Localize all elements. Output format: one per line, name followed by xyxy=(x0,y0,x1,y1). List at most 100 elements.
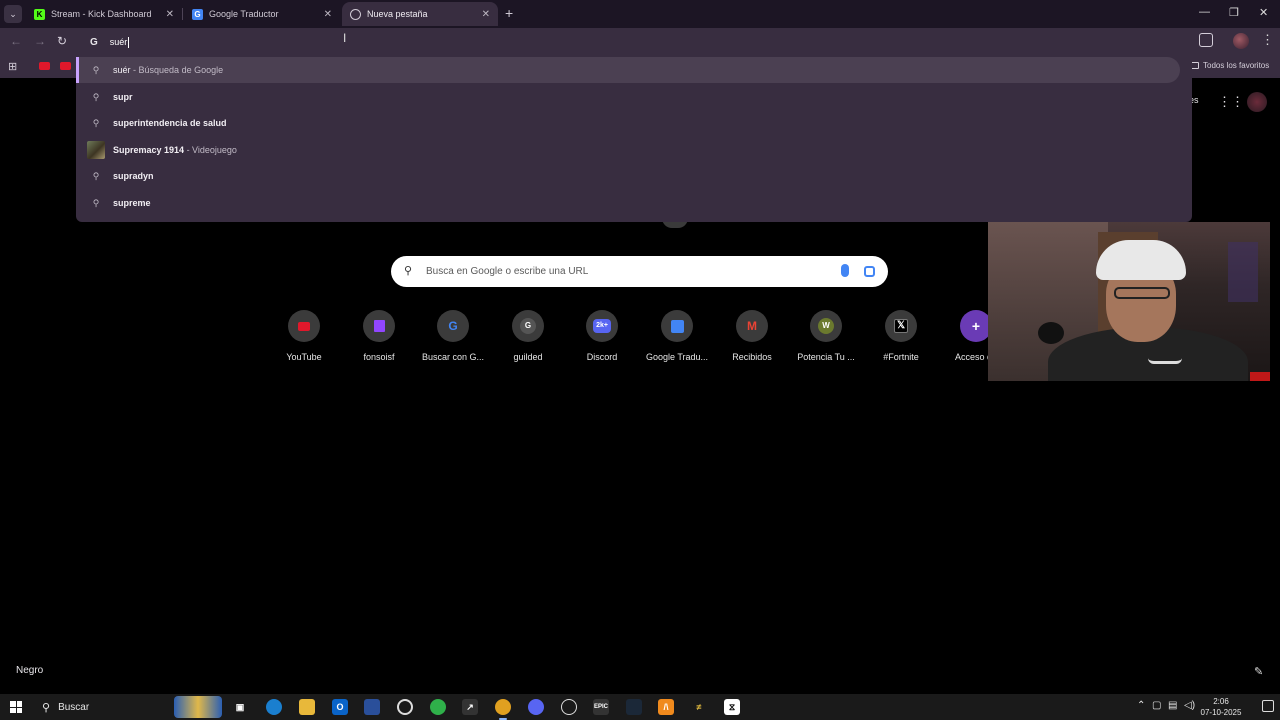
shortcut-gmail[interactable]: M Recibidos xyxy=(712,310,792,362)
taskbar: ⚲ Buscar ▣ O ↗ EPIC /\ ≠ ⧖ ⌃ ▢ ▤ ◁) 2:06… xyxy=(0,694,1280,720)
avatar[interactable] xyxy=(1247,92,1267,112)
browser-window: ⌄ K Stream - Kick Dashboard ✕ G Google T… xyxy=(0,0,1280,720)
new-tab-button[interactable]: + xyxy=(505,5,513,21)
suggestion-item[interactable]: ⚲ superintendencia de salud xyxy=(76,110,1180,136)
all-bookmarks[interactable]: Todos los favoritos xyxy=(1190,61,1269,70)
app-icon[interactable]: ≠ xyxy=(691,699,707,715)
avatar[interactable] xyxy=(1233,33,1249,49)
webcam-overlay xyxy=(988,222,1270,381)
customize-pen-icon[interactable]: ✎ xyxy=(1254,665,1263,678)
search-icon: ⚲ xyxy=(92,197,100,208)
search-icon: ⚲ xyxy=(92,117,100,128)
forward-icon[interactable]: → xyxy=(34,34,46,48)
suggestion-text: Supremacy 1914 xyxy=(113,145,185,155)
theme-label[interactable]: Negro xyxy=(16,665,43,676)
close-icon[interactable]: ✕ xyxy=(166,9,174,20)
suggestion-text: supr xyxy=(113,92,133,102)
spotify-icon[interactable] xyxy=(430,699,446,715)
game-thumbnail xyxy=(87,141,105,159)
app-icon[interactable]: /\ xyxy=(658,699,674,715)
tab-kick[interactable]: K Stream - Kick Dashboard ✕ xyxy=(26,2,182,26)
shortcut-label: YouTube xyxy=(286,352,322,362)
chrome-icon xyxy=(350,8,361,20)
search-icon: ⚲ xyxy=(92,170,100,181)
search-icon: ⚲ xyxy=(92,64,100,75)
all-bookmarks-label: Todos los favoritos xyxy=(1203,61,1270,70)
windows-start-icon[interactable] xyxy=(10,701,22,713)
ntp-search-box[interactable]: ⚲ Busca en Google o escribe una URL xyxy=(391,256,888,287)
notifications-icon[interactable] xyxy=(1262,700,1274,712)
chevron-down-icon: ⌄ xyxy=(9,8,17,19)
suggestion-item[interactable]: ⚲ supreme xyxy=(76,190,1180,216)
chevron-up-icon[interactable]: ⌃ xyxy=(1137,700,1145,711)
tab-new-tab[interactable]: Nueva pestaña ✕ xyxy=(342,2,498,26)
suggestion-item[interactable]: Supremacy 1914 - Videojuego xyxy=(76,137,1180,163)
shortcut-guilded[interactable]: G guilded xyxy=(488,310,568,362)
restore-icon[interactable]: ❐ xyxy=(1229,6,1239,19)
shortcut-translate[interactable]: Google Tradu... xyxy=(637,310,717,362)
shortcut-discord[interactable]: 2k+ Discord xyxy=(562,310,642,362)
shortcut-label: Potencia Tu ... xyxy=(797,352,855,362)
close-window-icon[interactable]: ✕ xyxy=(1259,6,1268,19)
shortcut-label: Buscar con G... xyxy=(421,352,485,362)
close-icon[interactable]: ✕ xyxy=(324,9,332,20)
shortcut-youtube[interactable]: YouTube xyxy=(264,310,344,362)
minimize-icon[interactable]: — xyxy=(1199,6,1210,18)
suggestion-item[interactable]: ⚲ supr xyxy=(76,84,1180,110)
taskbar-search-label: Buscar xyxy=(58,701,90,713)
epic-games-icon[interactable]: EPIC xyxy=(593,699,609,715)
shortcut-google[interactable]: G Buscar con G... xyxy=(413,310,493,362)
suggestion-item[interactable]: ⚲ supradyn xyxy=(76,163,1180,189)
chrome-icon[interactable] xyxy=(495,699,511,720)
shortcut-fortnite[interactable]: 𝕏 #Fortnite xyxy=(861,310,941,362)
tab-title: Stream - Kick Dashboard xyxy=(51,9,152,19)
file-explorer-icon[interactable] xyxy=(299,699,315,715)
tab-translate[interactable]: G Google Traductor ✕ xyxy=(184,2,340,26)
tab-strip: ⌄ K Stream - Kick Dashboard ✕ G Google T… xyxy=(0,0,1280,28)
volume-icon[interactable]: ◁) xyxy=(1184,700,1195,711)
shortcut-fonsoisf[interactable]: fonsoisf xyxy=(339,310,419,362)
settings-gear-icon[interactable] xyxy=(397,699,413,715)
tray-icon[interactable]: ▢ xyxy=(1152,700,1161,711)
lens-icon[interactable] xyxy=(864,266,875,277)
menu-icon[interactable]: ⋮ xyxy=(1261,32,1274,48)
steam-icon[interactable] xyxy=(626,699,642,715)
task-view-icon[interactable]: ▣ xyxy=(232,699,248,715)
search-icon: ⚲ xyxy=(92,91,100,102)
clock-date: 07-10-2025 xyxy=(1200,708,1242,717)
taskbar-search[interactable]: ⚲ Buscar xyxy=(34,696,224,718)
discord-icon[interactable] xyxy=(528,699,544,715)
suggestion-suffix: - Búsqueda de Google xyxy=(133,65,224,75)
voice-search-icon[interactable] xyxy=(841,264,849,277)
youtube-icon xyxy=(288,310,320,342)
network-icon[interactable]: ▤ xyxy=(1168,700,1177,711)
suggestion-suffix: - Videojuego xyxy=(186,145,237,155)
obs-icon[interactable] xyxy=(561,699,577,715)
apps-grid-icon[interactable]: ⊞ xyxy=(8,60,17,73)
translate-icon xyxy=(661,310,693,342)
taskbar-clock[interactable]: 2:06 07-10-2025 xyxy=(1198,696,1244,718)
tab-separator xyxy=(182,8,183,20)
outlook-icon[interactable]: O xyxy=(332,699,348,715)
omnibox-input[interactable]: G suér xyxy=(90,34,130,50)
guilded-icon: G xyxy=(512,310,544,342)
back-icon[interactable]: ← xyxy=(10,34,22,48)
youtube-icon[interactable] xyxy=(60,62,71,70)
search-icon: ⚲ xyxy=(404,265,413,277)
capcut-icon[interactable]: ⧖ xyxy=(724,699,740,715)
suggestion-text: superintendencia de salud xyxy=(113,118,227,128)
suggestion-item[interactable]: ⚲ suér - Búsqueda de Google xyxy=(76,57,1180,83)
tab-search-button[interactable]: ⌄ xyxy=(4,5,22,23)
extensions-icon[interactable] xyxy=(1199,33,1213,47)
shortcut-label: guilded xyxy=(513,352,543,362)
store-icon[interactable] xyxy=(364,699,380,715)
search-icon: ⚲ xyxy=(42,701,51,714)
edge-icon[interactable] xyxy=(266,699,282,715)
app-icon[interactable]: ↗ xyxy=(462,699,478,715)
reload-icon[interactable]: ↻ xyxy=(57,34,67,48)
close-icon[interactable]: ✕ xyxy=(482,9,490,20)
tab-title: Nueva pestaña xyxy=(367,9,428,19)
youtube-icon[interactable] xyxy=(39,62,50,70)
shortcut-label: fonsoisf xyxy=(363,352,395,362)
shortcut-potencia[interactable]: W Potencia Tu ... xyxy=(786,310,866,362)
